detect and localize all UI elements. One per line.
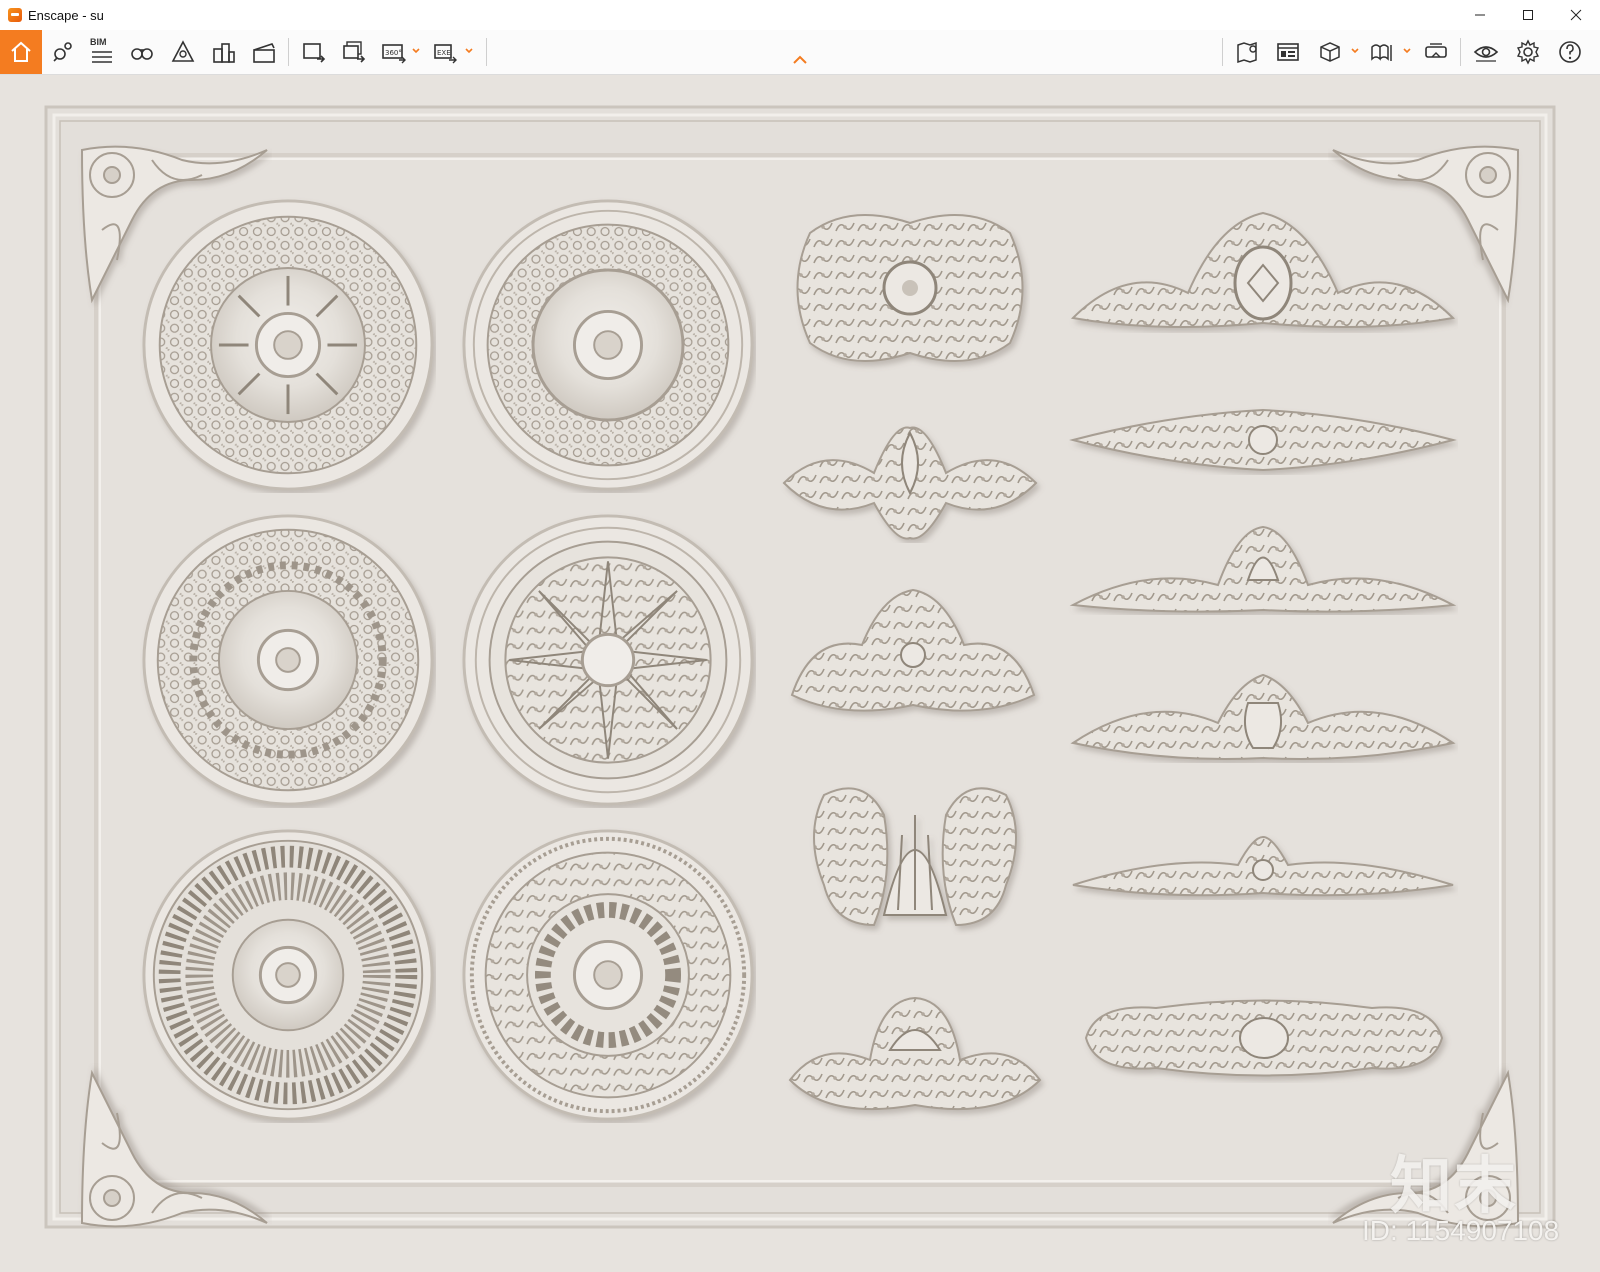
enscape-logo-icon (8, 8, 22, 22)
render-image-button[interactable] (298, 36, 330, 68)
minimize-button[interactable] (1456, 0, 1504, 30)
minimize-icon (1475, 14, 1485, 16)
toolbar-separator (288, 38, 289, 66)
watermark-id: ID: 1154907108 (1362, 1215, 1560, 1246)
screenshot-export-icon (303, 43, 326, 63)
help-icon (1559, 41, 1581, 63)
material-dropdown-chevron-down-icon[interactable] (1402, 46, 1412, 56)
carved-ornament-shell-scrolls (813, 787, 1017, 927)
title-bar: Enscape - su (0, 0, 1600, 30)
svg-text:EXE: EXE (437, 49, 451, 57)
map-button[interactable] (1232, 36, 1264, 68)
home-button[interactable] (0, 30, 42, 74)
carved-frieze-acanthus (1072, 835, 1454, 897)
material-button[interactable] (1366, 36, 1398, 68)
toolbar-separator (1460, 38, 1461, 66)
binoculars-icon (131, 48, 153, 60)
clapper-icon (253, 43, 275, 63)
carved-frieze-cartouche (1070, 211, 1456, 328)
carved-frieze-scroll-band (1069, 408, 1457, 472)
visual-settings-button[interactable] (46, 36, 78, 68)
home-icon (11, 41, 31, 62)
ceiling-medallion-2 (462, 199, 754, 491)
view-management-button[interactable] (1272, 36, 1304, 68)
maximize-button[interactable] (1504, 0, 1552, 30)
panorama-dropdown-chevron-down-icon[interactable] (411, 46, 421, 56)
video-editor-button[interactable] (248, 36, 280, 68)
ceiling-medallion-1 (142, 199, 434, 491)
object-button[interactable] (1314, 36, 1346, 68)
site-context-button[interactable] (208, 36, 240, 68)
live-view-button[interactable] (1470, 36, 1502, 68)
buildings-icon (213, 43, 235, 63)
watermark-logo: 知末 (1390, 1149, 1519, 1222)
settings-button[interactable] (1512, 36, 1544, 68)
toolbar-separator (486, 38, 487, 66)
batch-export-icon (343, 41, 366, 63)
enscape-toolbar: BIM 360° EXE (0, 30, 1600, 75)
asset-library-icon (171, 40, 195, 62)
map-pin-icon (1237, 41, 1257, 64)
export-dropdown-chevron-down-icon[interactable] (464, 46, 474, 56)
eye-icon (1473, 46, 1499, 62)
window-title: Enscape - su (28, 7, 104, 23)
book-icon (1371, 44, 1392, 61)
visual-settings-pin-icon (53, 42, 72, 62)
window-controls (1456, 0, 1600, 30)
carved-ornament-acanthus-crest (790, 588, 1036, 712)
collapse-toolbar-chevron-up-icon[interactable] (791, 54, 809, 66)
panorama-button[interactable]: 360° (378, 36, 410, 68)
render-viewport[interactable]: 知末 ID: 1154907108 (0, 75, 1600, 1272)
object-dropdown-chevron-down-icon[interactable] (1350, 46, 1360, 56)
cube-icon (1320, 42, 1340, 62)
carved-frieze-scroll-frame (1084, 999, 1444, 1077)
vr-button[interactable] (1420, 36, 1452, 68)
gear-icon (1516, 39, 1540, 65)
carved-frieze-urn (1070, 673, 1456, 760)
close-icon (1570, 9, 1582, 21)
exe-export-icon: EXE (434, 44, 457, 64)
vr-headset-icon (1425, 43, 1447, 58)
help-button[interactable] (1554, 36, 1586, 68)
bim-label: BIM (90, 37, 107, 47)
ceiling-medallion-5 (142, 829, 434, 1121)
close-button[interactable] (1552, 0, 1600, 30)
carved-ornament-rosette (796, 214, 1024, 362)
carved-ornament-shell-crest (788, 996, 1042, 1111)
toolbar-separator (1222, 38, 1223, 66)
ceiling-medallion-3 (142, 514, 434, 806)
batch-render-button[interactable] (338, 36, 370, 68)
asset-library-button[interactable] (167, 36, 199, 68)
export-exe-button[interactable]: EXE (430, 36, 462, 68)
walk-mode-button[interactable] (126, 36, 158, 68)
view-management-icon (1277, 43, 1299, 61)
maximize-icon (1523, 10, 1533, 20)
ceiling-medallion-4 (462, 514, 754, 806)
panorama-360-icon: 360° (382, 44, 406, 64)
svg-text:360°: 360° (385, 49, 402, 57)
ceiling-medallion-6 (462, 829, 754, 1121)
carved-frieze-tulip-scrolls (1069, 525, 1457, 613)
carved-ornament-palmette (782, 426, 1038, 540)
